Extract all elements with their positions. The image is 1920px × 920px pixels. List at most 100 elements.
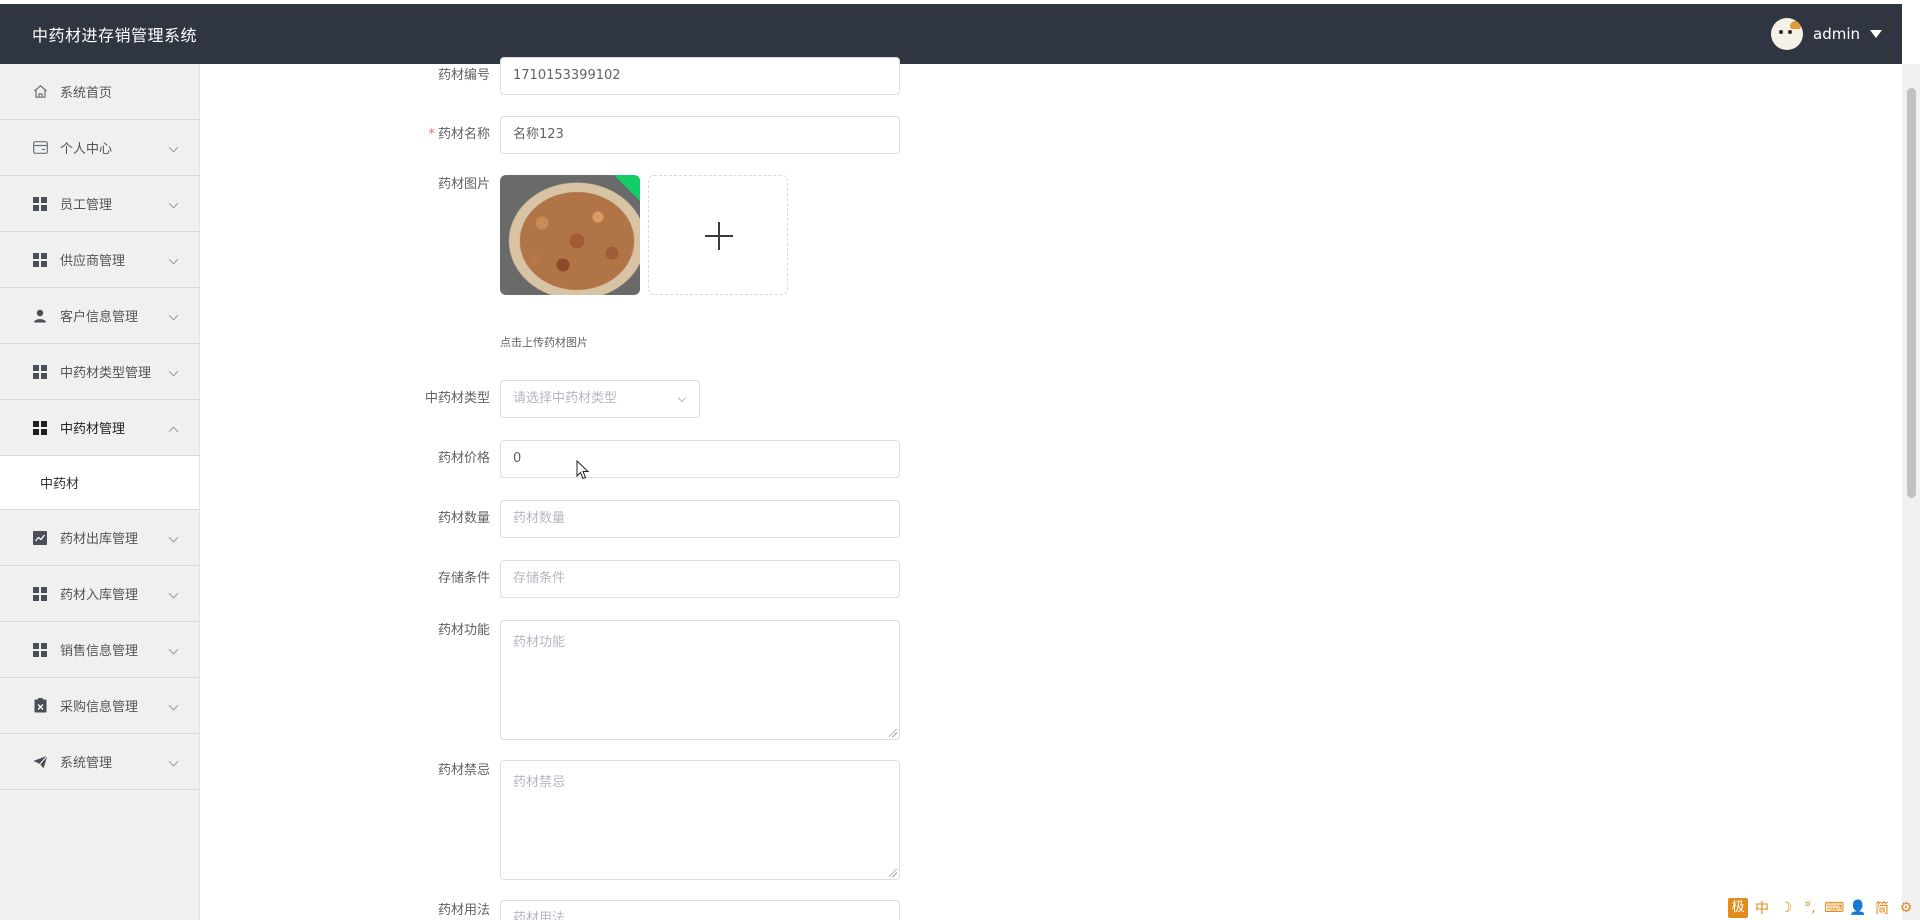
grid-icon [32,420,48,436]
usage-label: 药材用法 [437,903,490,918]
storage-input[interactable]: 存储条件 [500,560,900,598]
app-root: 中药材进存销管理系统 admin 系统首页 个人中心 员工管理 供应商管理 客户… [0,0,1920,920]
chevron-down-icon [168,756,179,767]
form-row-price: 药材价格 0 [400,440,900,478]
sidebar-item-customer[interactable]: 客户信息管理 [0,288,199,344]
sidebar-item-outbound[interactable]: 药材出库管理 [0,510,199,566]
name-input[interactable]: 名称123 [500,116,900,154]
grid-icon [32,586,48,602]
home-icon [32,84,48,100]
ime-toolbar: 极 中 ☽ °, ⌨ 👤 简 ⚙ [1728,898,1916,918]
herb-image-thumbnail[interactable] [500,175,640,295]
chevron-down-icon [168,644,179,655]
required-mark: * [428,127,435,142]
form-row-type: 中药材类型 请选择中药材类型 [400,380,700,418]
sidebar-item-supplier[interactable]: 供应商管理 [0,232,199,288]
sidebar-item-herb[interactable]: 中药材管理 [0,400,199,456]
sidebar-item-label: 供应商管理 [60,254,126,269]
taboo-textarea[interactable]: 药材禁忌 [500,760,900,880]
price-input[interactable]: 0 [500,440,900,478]
taboo-label: 药材禁忌 [437,763,490,778]
user-name[interactable]: admin [1813,25,1860,43]
sidebar-item-home[interactable]: 系统首页 [0,64,199,120]
sidebar-subitem-herb[interactable]: 中药材 [0,456,199,510]
form-row-code: 药材编号 1710153399102 [400,57,900,95]
image-label: 药材图片 [437,177,490,192]
chevron-down-icon [168,700,179,711]
sidebar-item-label: 客户信息管理 [60,310,139,325]
chevron-down-icon [168,310,179,321]
type-select-placeholder: 请选择中药材类型 [513,391,618,406]
ime-logo-icon[interactable]: 极 [1728,898,1748,918]
uploaded-check-icon [614,175,640,201]
grid-icon [32,252,48,268]
code-input[interactable]: 1710153399102 [500,57,900,95]
grid-icon [32,364,48,380]
function-label: 药材功能 [437,623,490,638]
sidebar-item-inbound[interactable]: 药材入库管理 [0,566,199,622]
user-menu[interactable]: admin [1771,18,1882,50]
card-icon [32,140,48,156]
name-label-text: 药材名称 [437,127,490,142]
ime-user-icon[interactable]: 👤 [1848,900,1868,916]
sidebar-item-system[interactable]: 系统管理 [0,734,199,790]
page-scrollbar[interactable] [1902,64,1920,920]
sidebar-item-purchase[interactable]: 采购信息管理 [0,678,199,734]
quantity-input[interactable]: 药材数量 [500,500,900,538]
sidebar-item-profile[interactable]: 个人中心 [0,120,199,176]
chevron-down-icon [168,142,179,153]
sidebar-item-sales[interactable]: 销售信息管理 [0,622,199,678]
form-row-name: * 药材名称 名称123 [400,116,900,154]
type-select[interactable]: 请选择中药材类型 [500,380,700,418]
form-row-quantity: 药材数量 药材数量 [400,500,900,538]
sidebar-item-label: 中药材类型管理 [60,366,152,381]
chevron-down-icon [168,532,179,543]
form-row-image: 药材图片 [400,175,788,295]
grid-icon [32,196,48,212]
ime-moon-icon[interactable]: ☽ [1776,900,1796,916]
avatar[interactable] [1771,18,1803,50]
chevron-down-icon [168,366,179,377]
sidebar-item-label: 销售信息管理 [60,644,139,659]
grid-icon [32,642,48,658]
type-label: 中药材类型 [424,391,490,406]
ime-keyboard-icon[interactable]: ⌨ [1824,900,1844,916]
upload-button[interactable] [648,175,788,295]
sidebar-item-label: 系统首页 [60,86,113,101]
quantity-label: 药材数量 [437,511,490,526]
sidebar-item-label: 系统管理 [60,756,113,771]
sidebar-item-label: 个人中心 [60,142,113,157]
ime-punct-icon[interactable]: °, [1800,900,1820,916]
person-icon [32,308,48,324]
code-label: 药材编号 [437,68,490,83]
sidebar-item-staff[interactable]: 员工管理 [0,176,199,232]
sidebar-item-label: 中药材管理 [60,422,126,437]
chevron-down-icon [168,254,179,265]
chevron-down-icon [168,198,179,209]
price-label: 药材价格 [437,451,490,466]
sidebar-item-label: 采购信息管理 [60,700,139,715]
upload-tip: 点击上传药材图片 [500,336,588,349]
usage-input[interactable]: 药材用法 [500,900,900,920]
chart-icon [32,530,48,546]
chevron-down-icon [168,588,179,599]
function-textarea[interactable]: 药材功能 [500,620,900,740]
scrollbar-thumb[interactable] [1907,88,1916,498]
form-row-storage: 存储条件 存储条件 [400,560,900,598]
chevron-up-icon [168,426,179,437]
ime-settings-icon[interactable]: ⚙ [1896,900,1916,916]
form-row-function: 药材功能 药材功能 [400,620,900,740]
form-row-usage: 药材用法 药材用法 [400,900,900,920]
storage-label: 存储条件 [437,571,490,586]
image-uploader [500,175,788,295]
sidebar-item-label: 药材入库管理 [60,588,139,603]
ime-simplified-icon[interactable]: 简 [1872,898,1892,918]
app-title: 中药材进存销管理系统 [32,26,198,45]
sidebar-item-label: 员工管理 [60,198,113,213]
form-row-taboo: 药材禁忌 药材禁忌 [400,760,900,880]
sidebar-item-herb-type[interactable]: 中药材类型管理 [0,344,199,400]
ime-mode-icon[interactable]: 中 [1752,898,1772,918]
name-label: * 药材名称 [400,116,500,154]
sidebar: 系统首页 个人中心 员工管理 供应商管理 客户信息管理 中药材类型管理 中药材管… [0,64,200,920]
caret-down-icon[interactable] [1870,30,1882,38]
